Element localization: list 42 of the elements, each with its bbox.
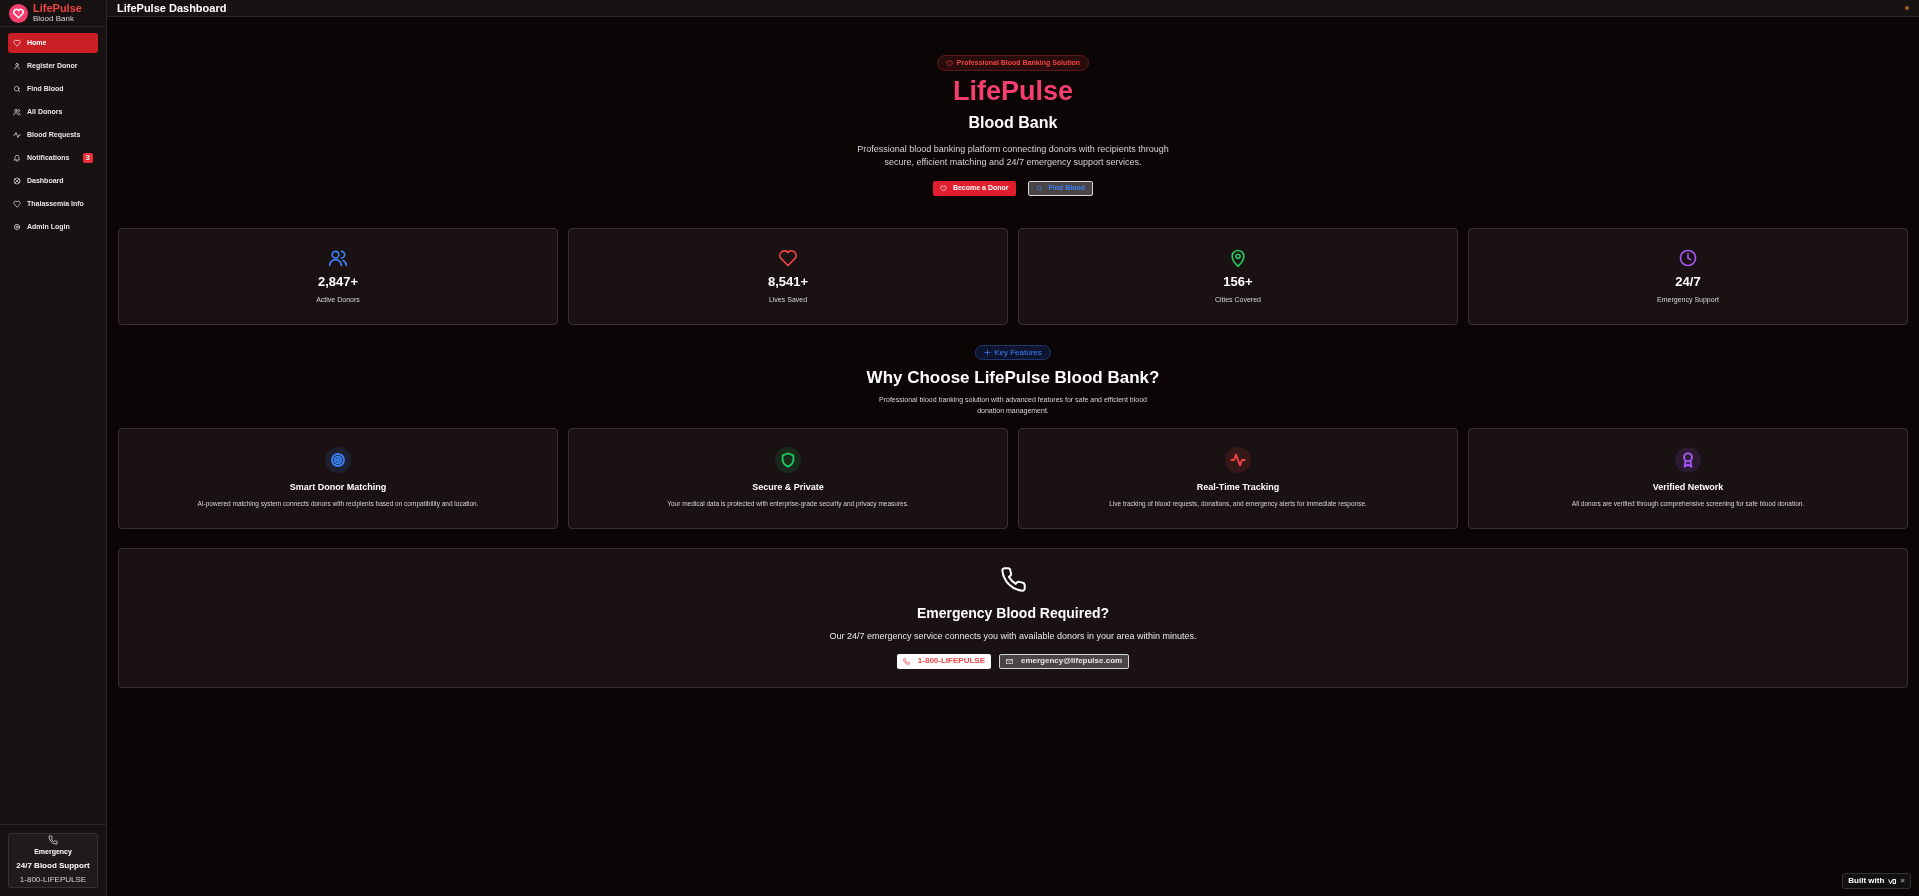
- feature-title: Real-Time Tracking: [1196, 480, 1280, 494]
- search-icon: [13, 85, 21, 93]
- heart-icon: [939, 185, 947, 192]
- user-icon: [13, 62, 21, 70]
- hero-title: LifePulse: [952, 75, 1073, 108]
- emergency-heading: Emergency Blood Required?: [916, 604, 1110, 624]
- heart-icon: [13, 200, 21, 208]
- feature-title: Secure & Private: [752, 480, 824, 494]
- search-icon: [1035, 185, 1043, 192]
- phone-icon: [902, 657, 910, 665]
- emergency-description: Our 24/7 emergency service connects you with available donors in your area within minutes.: [829, 630, 1197, 644]
- section-title: Why Choose LifePulse Blood Bank?: [866, 367, 1160, 389]
- stat-value: 2,847+: [317, 273, 359, 291]
- brand-subtitle: Blood Bank: [33, 15, 75, 23]
- activity-icon: [13, 131, 21, 139]
- feature-title: Verified Network: [1652, 480, 1724, 494]
- mail-icon: [1006, 657, 1013, 665]
- email-button[interactable]: emergency@lifepulse.com: [999, 653, 1130, 669]
- hero-description: Professional blood banking platform connecting donors with recipients through secure, efficient matching and 24/7 emergency support services.: [856, 143, 1170, 169]
- badge-label: Key Features: [994, 346, 1042, 359]
- emergency-phone: 1-800-LIFEPULSE: [19, 873, 87, 886]
- feature-title: Smart Donor Matching: [289, 480, 387, 494]
- users-icon: [13, 108, 21, 116]
- count-badge: 3: [82, 153, 93, 163]
- built-with-label: Built with: [1848, 875, 1885, 887]
- brand-name: LifePulse: [33, 3, 82, 14]
- stat-value: 156+: [1223, 273, 1253, 291]
- phone-icon: [48, 835, 58, 846]
- heart-icon: [13, 39, 21, 47]
- heart-logo-icon: [9, 3, 28, 23]
- heart-icon: [945, 59, 953, 67]
- close-button[interactable]: ×: [1900, 875, 1905, 887]
- phone-icon: [999, 566, 1027, 594]
- stat-value: 24/7: [1675, 273, 1701, 291]
- bell-icon: [13, 154, 21, 162]
- emergency-subtitle: 24/7 Blood Support: [16, 859, 90, 872]
- built-with-badge[interactable]: Built with ×: [1842, 873, 1911, 889]
- stat-value: 8,541+: [767, 273, 809, 291]
- page-title: LifePulse Dashboard: [117, 2, 227, 14]
- sparkle-icon: [984, 349, 992, 356]
- phone-button[interactable]: 1-800-LIFEPULSE: [896, 653, 991, 669]
- hero-subtitle: Blood Bank: [968, 113, 1058, 133]
